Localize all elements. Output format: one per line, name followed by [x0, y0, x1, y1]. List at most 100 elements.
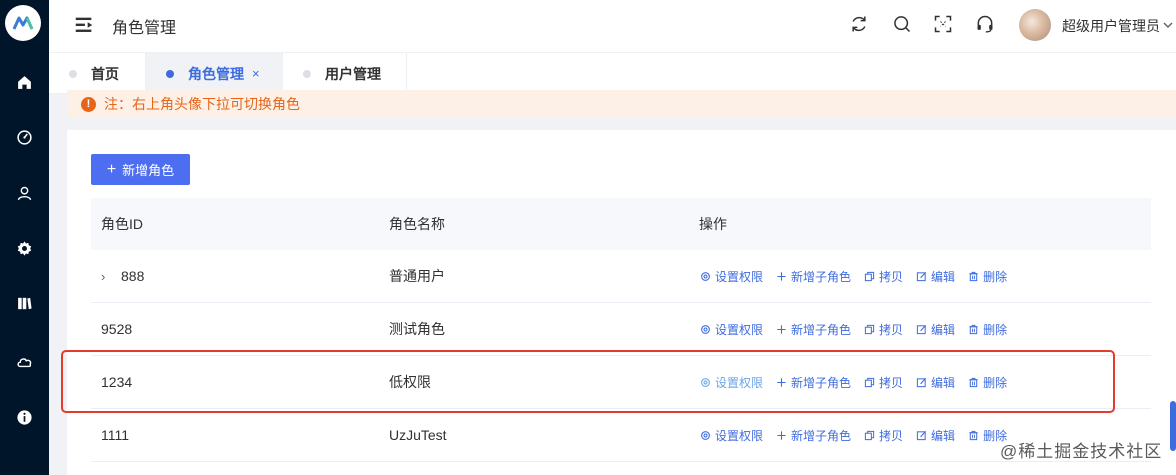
fullscreen-icon[interactable] — [933, 14, 953, 34]
copy-button[interactable]: 拷贝 — [863, 268, 903, 285]
copy-icon — [863, 323, 875, 335]
add-child-role-button[interactable]: 新增子角色 — [775, 374, 851, 391]
sidebar-item-info[interactable] — [0, 402, 49, 432]
home-icon — [18, 75, 31, 89]
edit-icon — [915, 270, 927, 282]
plus-icon — [775, 270, 787, 282]
sidebar-item-dashboard[interactable] — [0, 122, 49, 152]
notice-banner: ! 注：右上角头像下拉可切换角色 — [67, 90, 1176, 118]
actions-cell: 设置权限 新增子角色 拷贝 编辑 删除 — [699, 321, 1151, 338]
delete-icon — [967, 376, 979, 388]
tab-label: 首页 — [91, 65, 119, 82]
set-permission-button[interactable]: 设置权限 — [699, 427, 763, 444]
content-card: + 新增角色 角色ID 角色名称 操作 › 888 普通用户 设置权限 新增子角色 拷贝编… — [67, 130, 1176, 475]
role-id: 888 — [121, 268, 145, 284]
user-name: 超级用户管理员 — [1062, 18, 1160, 34]
role-table: 角色ID 角色名称 操作 › 888 普通用户 设置权限 新增子角色 拷贝 编辑 删除 9528… — [91, 198, 1151, 462]
edit-icon — [915, 376, 927, 388]
set-permission-label: 设置权限 — [715, 269, 764, 284]
headset-icon[interactable] — [975, 14, 995, 34]
info-icon — [17, 409, 32, 425]
delete-button[interactable]: 删除 — [967, 374, 1007, 391]
role-id-cell: 1111 — [91, 427, 389, 443]
column-header-actions: 操作 — [699, 216, 727, 232]
add-child-role-label: 新增子角色 — [791, 269, 852, 284]
copy-icon — [863, 376, 875, 388]
edit-label: 编辑 — [931, 375, 956, 390]
refresh-icon[interactable] — [849, 14, 869, 34]
set-permission-button[interactable]: 设置权限 — [699, 321, 763, 338]
copy-button[interactable]: 拷贝 — [863, 427, 903, 444]
user-dropdown[interactable]: 超级用户管理员 — [1062, 16, 1174, 36]
search-icon[interactable] — [892, 14, 912, 34]
add-child-role-button[interactable]: 新增子角色 — [775, 427, 851, 444]
edit-button[interactable]: 编辑 — [915, 268, 955, 285]
edit-button[interactable]: 编辑 — [915, 374, 955, 391]
tab-home[interactable]: 首页 — [49, 53, 145, 94]
copy-button[interactable]: 拷贝 — [863, 321, 903, 338]
add-child-role-button[interactable]: 新增子角色 — [775, 268, 851, 285]
table-row[interactable]: 1234 低权限 设置权限 新增子角色 拷贝 编辑 删除 — [91, 356, 1151, 409]
add-child-role-label: 新增子角色 — [791, 428, 852, 443]
edit-button[interactable]: 编辑 — [915, 427, 955, 444]
tab-label: 用户管理 — [325, 65, 381, 82]
tab-role-management[interactable]: 角色管理 × — [146, 53, 282, 94]
delete-icon — [967, 429, 979, 441]
delete-icon — [967, 270, 979, 282]
settings-icon — [699, 323, 711, 335]
role-id: 1111 — [101, 427, 130, 443]
role-id-cell: 1234 — [91, 374, 389, 390]
cloud-icon — [17, 357, 32, 367]
scrollbar-thumb[interactable] — [1170, 401, 1176, 451]
gear-icon — [17, 240, 32, 256]
role-id-cell: 9528 — [91, 321, 389, 337]
copy-button[interactable]: 拷贝 — [863, 374, 903, 391]
set-permission-label: 设置权限 — [715, 322, 764, 337]
delete-button[interactable]: 删除 — [967, 321, 1007, 338]
header: 角色管理 超级用户管理员 — [49, 0, 1176, 53]
actions-cell: 设置权限 新增子角色 拷贝 编辑 删除 — [699, 268, 1151, 285]
set-permission-label: 设置权限 — [715, 375, 764, 390]
chevron-down-icon — [1162, 18, 1174, 34]
column-header-name: 角色名称 — [389, 216, 445, 232]
sidebar-item-settings[interactable] — [0, 233, 49, 263]
tab-user-management[interactable]: 用户管理 — [283, 53, 407, 94]
sidebar-item-book[interactable] — [0, 288, 49, 318]
tab-divider — [406, 53, 407, 94]
set-permission-button[interactable]: 设置权限 — [699, 268, 763, 285]
add-role-button[interactable]: + 新增角色 — [91, 154, 190, 185]
delete-label: 删除 — [983, 375, 1008, 390]
user-icon — [17, 186, 32, 200]
sidebar — [0, 0, 49, 475]
delete-label: 删除 — [983, 269, 1008, 284]
logo-icon[interactable] — [5, 5, 41, 41]
add-child-role-label: 新增子角色 — [791, 322, 852, 337]
edit-icon — [915, 429, 927, 441]
tab-dot — [166, 69, 174, 78]
edit-label: 编辑 — [931, 322, 956, 337]
page-title: 角色管理 — [112, 20, 177, 37]
set-permission-button[interactable]: 设置权限 — [699, 374, 763, 391]
sidebar-item-cloud[interactable] — [0, 346, 49, 376]
edit-button[interactable]: 编辑 — [915, 321, 955, 338]
avatar[interactable] — [1019, 9, 1051, 41]
add-child-role-button[interactable]: 新增子角色 — [775, 321, 851, 338]
role-name: UzJuTest — [389, 427, 447, 443]
table-row[interactable]: 9528 测试角色 设置权限 新增子角色 拷贝 编辑 删除 — [91, 303, 1151, 356]
role-name: 测试角色 — [389, 321, 445, 337]
copy-label: 拷贝 — [879, 428, 904, 443]
expand-icon[interactable]: › — [101, 269, 111, 284]
close-icon[interactable]: × — [252, 66, 260, 81]
delete-button[interactable]: 删除 — [967, 268, 1007, 285]
menu-fold-icon[interactable] — [73, 14, 95, 36]
plus-icon — [775, 323, 787, 335]
copy-label: 拷贝 — [879, 322, 904, 337]
plus-icon: + — [106, 160, 117, 178]
set-permission-label: 设置权限 — [715, 428, 764, 443]
dashboard-icon — [17, 129, 32, 145]
table-row[interactable]: 1111 UzJuTest 设置权限 新增子角色 拷贝 编辑 删除 — [91, 409, 1151, 462]
table-row[interactable]: › 888 普通用户 设置权限 新增子角色 拷贝 编辑 删除 — [91, 250, 1151, 303]
sidebar-item-home[interactable] — [0, 67, 49, 97]
role-name: 普通用户 — [389, 268, 445, 284]
sidebar-item-user[interactable] — [0, 178, 49, 208]
